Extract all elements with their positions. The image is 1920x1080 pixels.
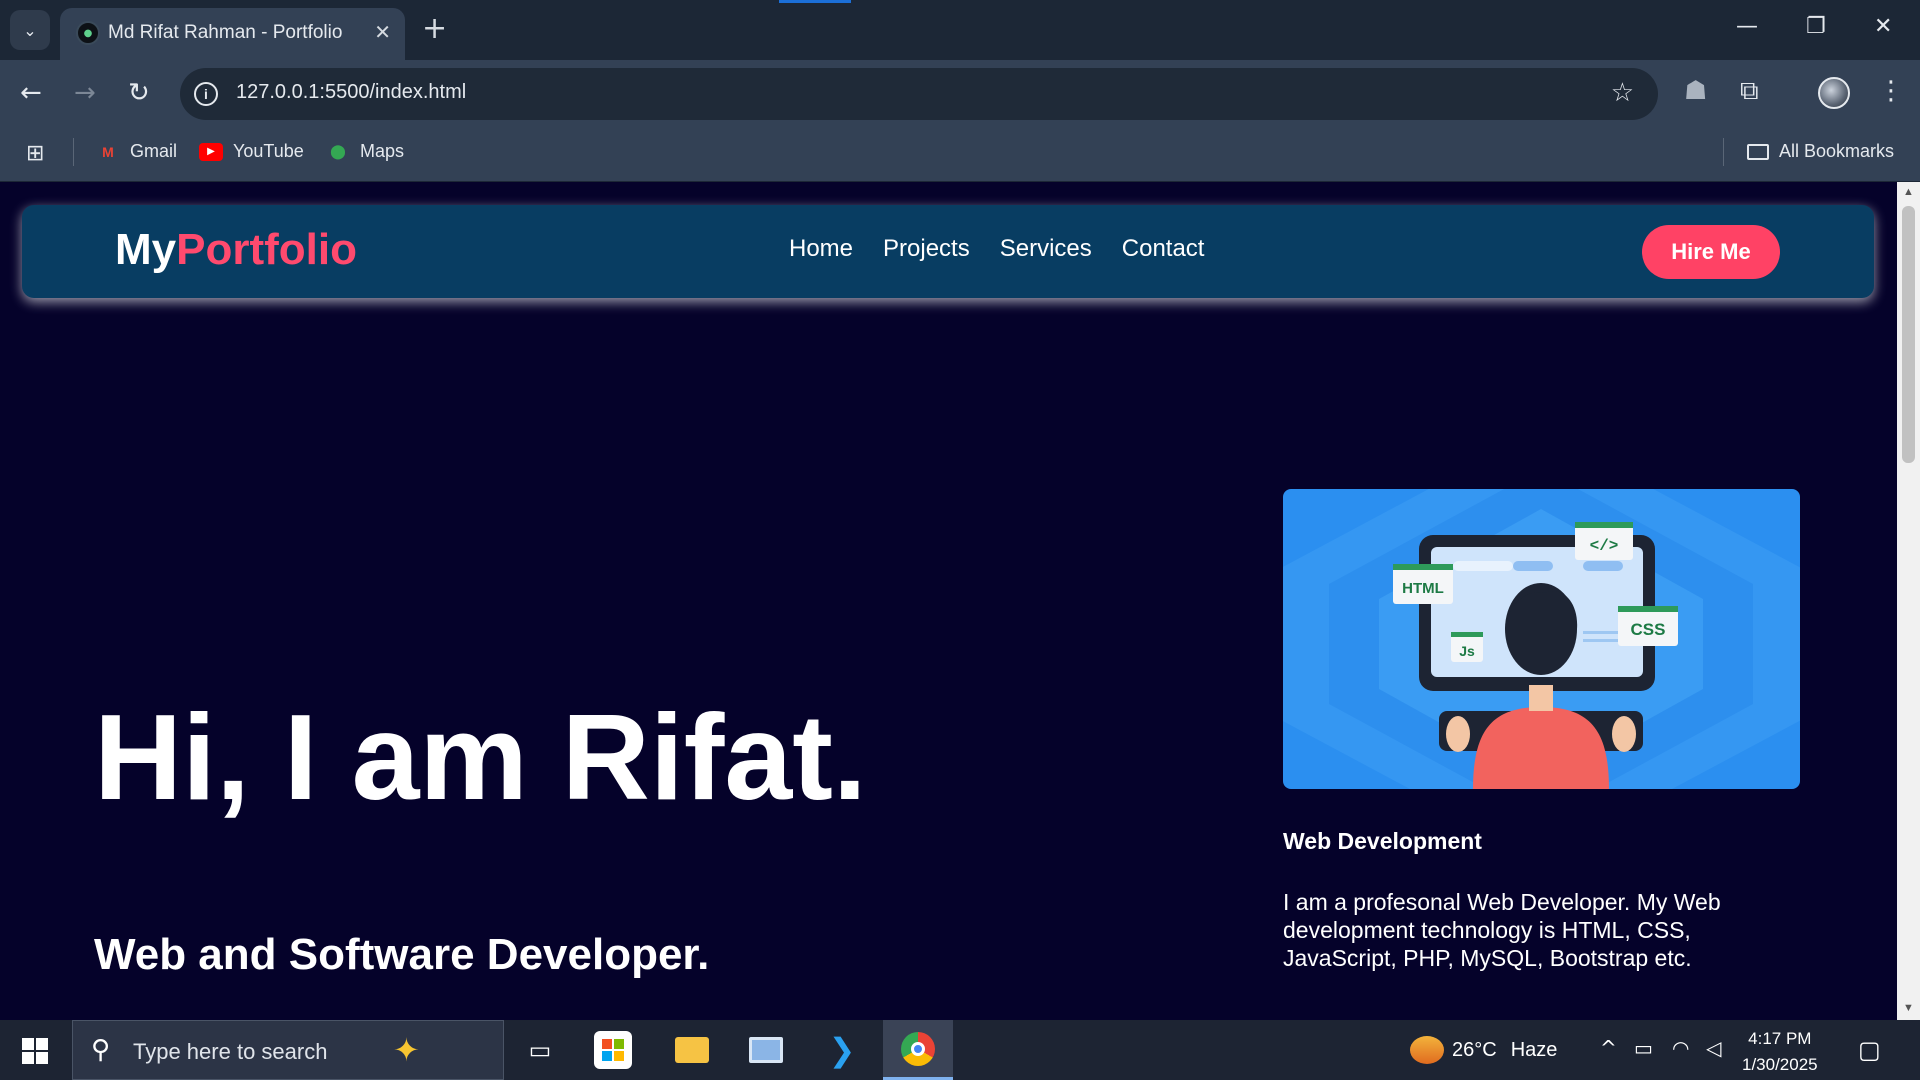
- microsoft-store-icon[interactable]: [594, 1031, 632, 1069]
- search-placeholder: Type here to search: [133, 1039, 328, 1064]
- windows-taskbar: ⚲ Type here to search ✦ ▭ ❯ 26°C Haze ^ …: [0, 1020, 1920, 1080]
- all-bookmarks[interactable]: All Bookmarks: [1747, 141, 1894, 162]
- browser-toolbar: ← → ↻ i 127.0.0.1:5500/index.html ☆ ☗ ⧉ …: [0, 60, 1920, 126]
- css-tag: CSS: [1618, 606, 1678, 646]
- hire-me-button[interactable]: Hire Me: [1642, 225, 1780, 279]
- folder-icon: [1747, 143, 1769, 160]
- taskbar-search-box[interactable]: ⚲ Type here to search ✦: [72, 1020, 504, 1080]
- new-tab-icon[interactable]: +: [422, 12, 447, 46]
- hero-subtitle: Web and Software Developer.: [94, 930, 710, 979]
- web-development-illustration: HTML </> CSS Js: [1283, 489, 1800, 789]
- nav-home-link[interactable]: Home: [789, 235, 853, 263]
- bookmark-label: YouTube: [233, 141, 304, 161]
- volume-icon[interactable]: ◁: [1706, 1036, 1721, 1060]
- clock-date: 1/30/2025: [1742, 1055, 1818, 1074]
- bookmark-gmail[interactable]: M Gmail: [96, 141, 177, 162]
- system-clock[interactable]: 4:17 PM 1/30/2025: [1742, 1026, 1818, 1078]
- chevron-down-icon: ⌄: [23, 20, 37, 40]
- weather-widget[interactable]: 26°C Haze: [1410, 1036, 1557, 1064]
- search-icon: ⚲: [91, 1035, 111, 1065]
- nav-services-link[interactable]: Services: [1000, 235, 1092, 263]
- scroll-up-icon[interactable]: ▲: [1903, 186, 1914, 198]
- weather-temp: 26°C: [1452, 1038, 1497, 1061]
- hero-title: Hi, I am Rifat.: [94, 689, 867, 825]
- more-menu-icon[interactable]: ⋮: [1878, 76, 1904, 106]
- page-scrollbar[interactable]: ▲ ▼: [1897, 182, 1920, 1020]
- copilot-sparkle-icon: ✦: [393, 1031, 420, 1069]
- bookmark-label: Maps: [360, 141, 405, 161]
- tab-title: Md Rifat Rahman - Portfolio: [108, 22, 343, 43]
- bookmark-star-icon[interactable]: ☆: [1611, 77, 1634, 108]
- code-tag: </>: [1575, 522, 1633, 560]
- restore-icon[interactable]: ❐: [1806, 14, 1826, 39]
- file-explorer-icon[interactable]: [670, 1028, 714, 1072]
- vscode-icon[interactable]: ❯: [820, 1028, 864, 1072]
- nav-projects-link[interactable]: Projects: [883, 235, 970, 263]
- extensions-puzzle-icon[interactable]: ⧉: [1740, 76, 1759, 107]
- site-favicon-icon: ●: [76, 21, 100, 45]
- bookmark-maps[interactable]: ⬤ Maps: [326, 141, 404, 162]
- bookmark-separator: [1723, 138, 1724, 166]
- tab-search-button[interactable]: ⌄: [10, 10, 50, 50]
- youtube-icon: ▶: [199, 142, 223, 161]
- maps-icon: ⬤: [330, 143, 346, 160]
- code-tag-label: </>: [1590, 537, 1619, 555]
- weather-condition: Haze: [1510, 1038, 1558, 1061]
- bookmark-separator: [73, 138, 74, 166]
- html-tag: HTML: [1393, 564, 1453, 604]
- back-icon[interactable]: ←: [20, 78, 42, 108]
- chrome-taskbar-icon[interactable]: [883, 1020, 953, 1080]
- task-view-icon[interactable]: ▭: [518, 1028, 562, 1072]
- clock-time: 4:17 PM: [1748, 1029, 1812, 1048]
- url-text[interactable]: 127.0.0.1:5500/index.html: [236, 81, 466, 104]
- html-tag-label: HTML: [1402, 580, 1444, 597]
- gmail-icon: M: [102, 143, 114, 160]
- site-nav-menu: Home Projects Services Contact: [789, 235, 1204, 263]
- windows-start-icon[interactable]: [22, 1038, 48, 1064]
- battery-icon[interactable]: ▭: [1634, 1036, 1653, 1060]
- address-bar[interactable]: i 127.0.0.1:5500/index.html ☆: [180, 68, 1658, 120]
- css-tag-label: CSS: [1631, 620, 1666, 639]
- profile-avatar[interactable]: [1818, 77, 1850, 109]
- weather-haze-icon: [1410, 1036, 1444, 1064]
- nav-contact-link[interactable]: Contact: [1122, 235, 1205, 263]
- page-viewport: MyPortfolio Home Projects Services Conta…: [0, 182, 1897, 1020]
- bookmark-label: Gmail: [130, 141, 178, 161]
- notifications-icon[interactable]: ▢: [1858, 1036, 1881, 1064]
- show-hidden-icons-icon[interactable]: ^: [1600, 1036, 1617, 1060]
- logo-part-2: Portfolio: [176, 225, 357, 274]
- browser-tab[interactable]: ● Md Rifat Rahman - Portfolio ✕: [60, 8, 405, 60]
- loading-indicator: [779, 0, 851, 3]
- site-logo[interactable]: MyPortfolio: [115, 225, 357, 275]
- service-description: I am a profesonal Web Developer. My Web …: [1283, 889, 1721, 971]
- logo-part-1: My: [115, 225, 177, 274]
- extension-robot-icon[interactable]: ☗: [1684, 76, 1707, 106]
- remote-desktop-icon[interactable]: [744, 1028, 788, 1072]
- bookmark-youtube[interactable]: ▶ YouTube: [199, 141, 304, 162]
- apps-grid-icon[interactable]: ⊞: [26, 141, 44, 166]
- bookmarks-bar: ⊞ M Gmail ▶ YouTube ⬤ Maps All Bookmarks: [0, 126, 1920, 182]
- forward-icon[interactable]: →: [74, 78, 96, 108]
- wifi-icon[interactable]: ◠: [1672, 1036, 1689, 1060]
- browser-tab-bar: ⌄ ● Md Rifat Rahman - Portfolio ✕ + — ❐ …: [0, 0, 1920, 60]
- scroll-down-icon[interactable]: ▼: [1903, 1002, 1914, 1014]
- developer-illustration-svg: HTML </> CSS Js: [1283, 489, 1800, 789]
- close-tab-icon[interactable]: ✕: [374, 20, 391, 45]
- reload-icon[interactable]: ↻: [128, 78, 150, 108]
- scrollbar-thumb[interactable]: [1902, 206, 1915, 463]
- site-info-icon[interactable]: i: [194, 82, 218, 106]
- close-window-icon[interactable]: ✕: [1874, 14, 1892, 39]
- all-bookmarks-label: All Bookmarks: [1779, 141, 1895, 161]
- js-tag-label: Js: [1459, 643, 1475, 659]
- service-title: Web Development: [1283, 828, 1482, 854]
- js-tag: Js: [1451, 632, 1483, 662]
- site-navbar: MyPortfolio Home Projects Services Conta…: [22, 205, 1874, 298]
- minimize-icon[interactable]: —: [1736, 14, 1758, 39]
